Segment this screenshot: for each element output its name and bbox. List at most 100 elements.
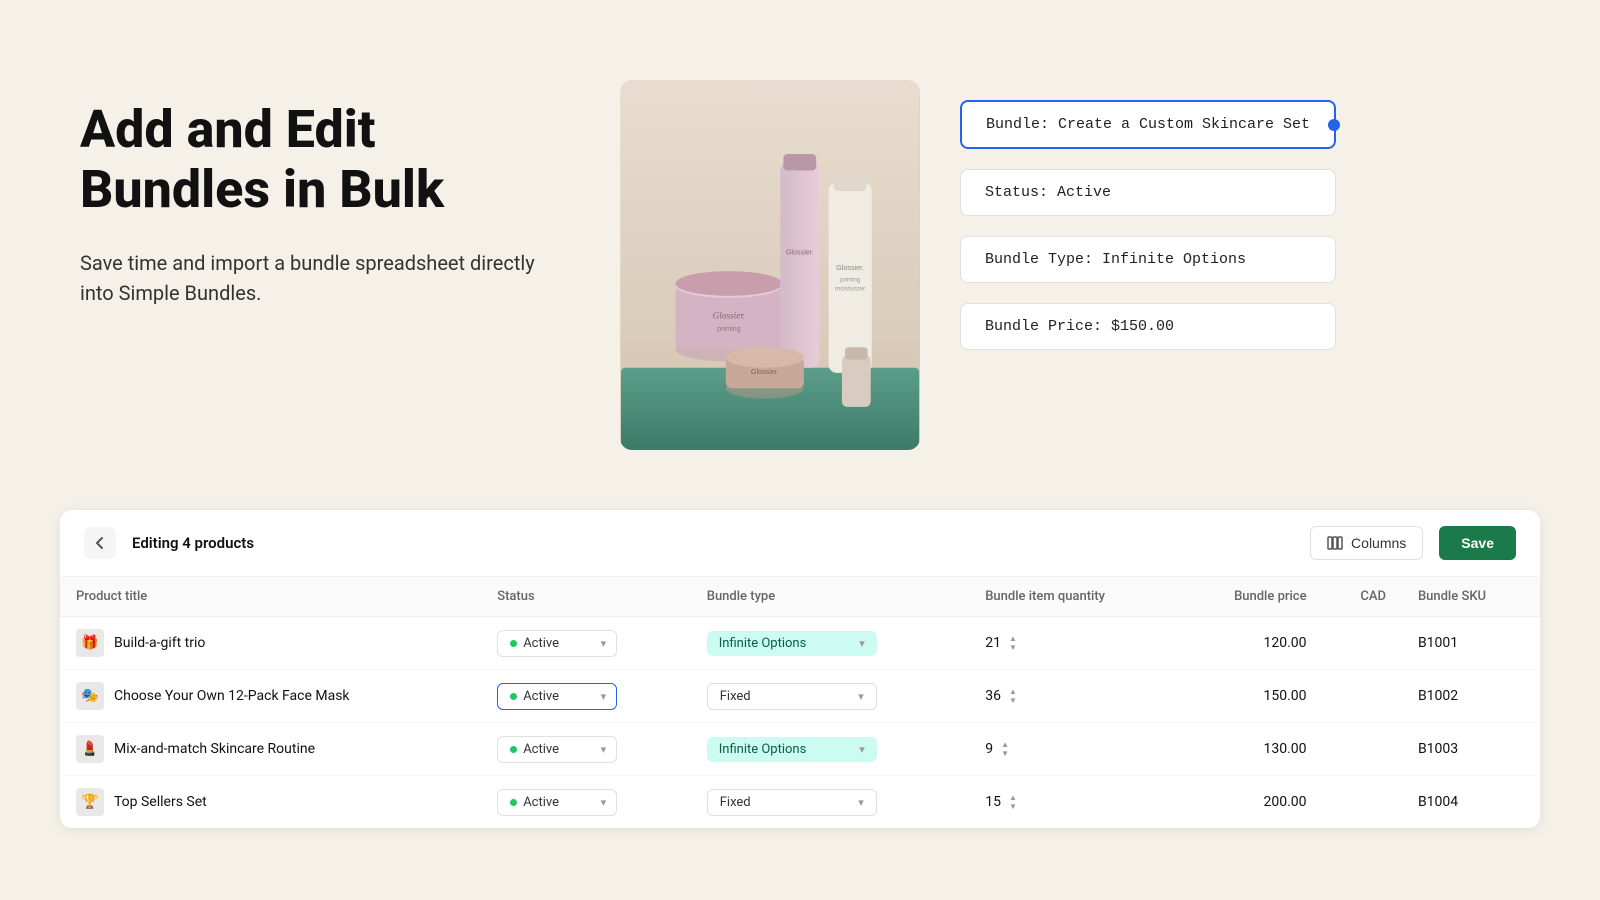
price-cell: 150.00 [1179, 670, 1323, 723]
product-icon: 🎭 [76, 682, 104, 710]
chevron-down-icon: ▾ [859, 637, 865, 650]
products-table: Product title Status Bundle type Bundle … [60, 577, 1540, 828]
columns-label: Columns [1351, 535, 1406, 551]
product-name: Mix-and-match Skincare Routine [114, 741, 315, 757]
bundle-price-label: Bundle Price: $150.00 [985, 318, 1174, 335]
quantity-stepper[interactable]: ▲ ▼ [1009, 688, 1017, 705]
bundle-name-tag: Bundle: Create a Custom Skincare Set [960, 100, 1336, 149]
quantity-stepper[interactable]: ▲ ▼ [1009, 794, 1017, 811]
qty-down-arrow[interactable]: ▼ [1009, 803, 1017, 811]
quantity-value: 21 [985, 635, 1001, 651]
product-icon: 🏆 [76, 788, 104, 816]
chevron-down-icon: ▾ [859, 743, 865, 756]
bundle-type-value: Fixed [720, 689, 751, 704]
col-bundle-type: Bundle type [691, 577, 969, 617]
qty-down-arrow[interactable]: ▼ [1009, 644, 1017, 652]
quantity-value: 15 [985, 794, 1001, 810]
table-section: Editing 4 products Columns Save Product … [60, 510, 1540, 828]
status-value: Active [523, 795, 559, 810]
back-button[interactable] [84, 527, 116, 559]
svg-text:priming: priming [840, 276, 861, 283]
bundle-price-tag: Bundle Price: $150.00 [960, 303, 1336, 350]
qty-up-arrow[interactable]: ▲ [1009, 635, 1017, 643]
product-icon: 🎁 [76, 629, 104, 657]
bundle-name-label: Bundle: Create a Custom Skincare Set [986, 116, 1310, 133]
status-dropdown[interactable]: Active ▾ [497, 789, 617, 816]
qty-down-arrow[interactable]: ▼ [1001, 750, 1009, 758]
bundle-type-cell[interactable]: Infinite Options ▾ [691, 723, 969, 776]
sku-value: B1001 [1418, 635, 1458, 651]
status-dropdown[interactable]: Active ▾ [497, 736, 617, 763]
bundle-type-cell[interactable]: Infinite Options ▾ [691, 617, 969, 670]
status-value: Active [523, 689, 559, 704]
chevron-down-icon: ▾ [601, 796, 607, 809]
product-title-cell: 🎭 Choose Your Own 12-Pack Face Mask [60, 670, 481, 723]
status-cell[interactable]: Active ▾ [481, 776, 691, 829]
status-cell[interactable]: Active ▾ [481, 617, 691, 670]
bundle-type-value: Fixed [720, 795, 751, 810]
product-image-bg: Glossier. priming Glossier. Glossier. pr… [620, 80, 920, 450]
status-dot-icon [510, 799, 517, 806]
quantity-cell: 21 ▲ ▼ [969, 617, 1178, 670]
product-tags: Bundle: Create a Custom Skincare Set Sta… [960, 80, 1336, 350]
table-row: 🎁 Build-a-gift trio Active ▾ Infinite Op… [60, 617, 1540, 670]
product-name: Top Sellers Set [114, 794, 207, 810]
price-value: 200.00 [1264, 794, 1307, 810]
bundle-type-cell[interactable]: Fixed ▾ [691, 776, 969, 829]
bundle-type-dropdown[interactable]: Fixed ▾ [707, 789, 877, 816]
product-name: Choose Your Own 12-Pack Face Mask [114, 688, 350, 704]
qty-up-arrow[interactable]: ▲ [1009, 794, 1017, 802]
price-cell: 130.00 [1179, 723, 1323, 776]
bundle-type-dropdown[interactable]: Infinite Options ▾ [707, 737, 877, 762]
status-value: Active [523, 742, 559, 757]
quantity-cell: 36 ▲ ▼ [969, 670, 1178, 723]
quantity-stepper[interactable]: ▲ ▼ [1009, 635, 1017, 652]
currency-cell [1323, 617, 1402, 670]
columns-button[interactable]: Columns [1310, 526, 1423, 560]
chevron-down-icon: ▾ [601, 637, 607, 650]
sku-cell: B1004 [1402, 776, 1540, 829]
quantity-stepper[interactable]: ▲ ▼ [1001, 741, 1009, 758]
columns-icon [1327, 535, 1343, 551]
product-image: Glossier. priming Glossier. Glossier. pr… [620, 80, 920, 450]
col-status: Status [481, 577, 691, 617]
status-dropdown[interactable]: Active ▾ [497, 630, 617, 657]
svg-text:Glossier.: Glossier. [751, 367, 779, 376]
quantity-cell: 9 ▲ ▼ [969, 723, 1178, 776]
svg-text:priming: priming [717, 324, 741, 333]
hero-title: Add and Edit Bundles in Bulk [80, 100, 560, 220]
qty-up-arrow[interactable]: ▲ [1009, 688, 1017, 696]
qty-up-arrow[interactable]: ▲ [1001, 741, 1009, 749]
chevron-down-icon: ▾ [601, 690, 607, 703]
sku-value: B1004 [1418, 794, 1458, 810]
bundle-type-dropdown[interactable]: Fixed ▾ [707, 683, 877, 710]
editing-label: Editing 4 products [132, 534, 1294, 552]
hero-visual: Glossier. priming Glossier. Glossier. pr… [620, 80, 1520, 450]
svg-text:Glossier.: Glossier. [836, 263, 864, 272]
qty-down-arrow[interactable]: ▼ [1009, 697, 1017, 705]
col-bundle-item-quantity: Bundle item quantity [969, 577, 1178, 617]
col-product-title: Product title [60, 577, 481, 617]
sku-value: B1002 [1418, 688, 1458, 704]
bundle-type-dropdown[interactable]: Infinite Options ▾ [707, 631, 877, 656]
status-cell[interactable]: Active ▾ [481, 723, 691, 776]
price-value: 150.00 [1264, 688, 1307, 704]
price-cell: 200.00 [1179, 776, 1323, 829]
bundle-type-value: Infinite Options [719, 636, 807, 651]
status-tag: Status: Active [960, 169, 1336, 216]
hero-text: Add and Edit Bundles in Bulk Save time a… [80, 80, 560, 308]
status-dropdown[interactable]: Active ▾ [497, 683, 617, 710]
product-title-cell: 🎁 Build-a-gift trio [60, 617, 481, 670]
status-cell[interactable]: Active ▾ [481, 670, 691, 723]
table-row: 💄 Mix-and-match Skincare Routine Active … [60, 723, 1540, 776]
currency-cell [1323, 723, 1402, 776]
svg-text:Glossier.: Glossier. [786, 248, 814, 257]
quantity-value: 36 [985, 688, 1001, 704]
table-header: Editing 4 products Columns Save [60, 510, 1540, 577]
bundle-type-cell[interactable]: Fixed ▾ [691, 670, 969, 723]
save-button[interactable]: Save [1439, 526, 1516, 560]
product-title-cell: 🏆 Top Sellers Set [60, 776, 481, 829]
price-value: 130.00 [1264, 741, 1307, 757]
bundle-type-label: Bundle Type: Infinite Options [985, 251, 1246, 268]
blue-dot-indicator [1328, 119, 1340, 131]
